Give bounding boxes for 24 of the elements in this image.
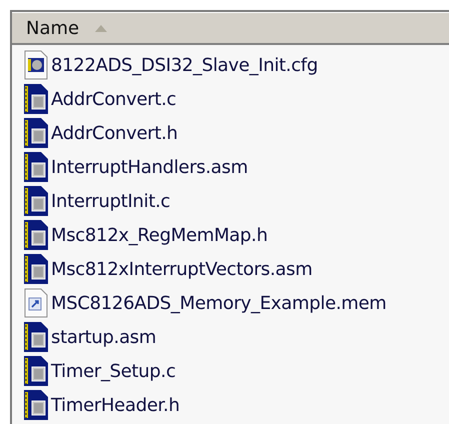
column-header[interactable]: Name (12, 12, 449, 45)
source-file-icon (24, 186, 48, 216)
document-icon (24, 288, 48, 318)
file-name[interactable]: Msc812xInterruptVectors.asm (51, 258, 312, 280)
source-file-icon (24, 152, 48, 182)
source-file-icon (24, 356, 48, 386)
source-file-icon (24, 220, 48, 250)
file-name[interactable]: AddrConvert.c (51, 88, 176, 110)
source-file-icon (24, 118, 48, 148)
file-name[interactable]: MSC8126ADS_Memory_Example.mem (51, 292, 386, 314)
config-file-icon (24, 50, 48, 80)
file-name[interactable]: TimerHeader.h (51, 394, 180, 416)
file-name[interactable]: startup.asm (51, 326, 156, 348)
file-name[interactable]: InterruptInit.c (51, 190, 170, 212)
file-name[interactable]: InterruptHandlers.asm (51, 156, 248, 178)
source-file-icon (24, 322, 48, 352)
file-name[interactable]: AddrConvert.h (51, 122, 178, 144)
file-name[interactable]: Timer_Setup.c (51, 360, 176, 382)
source-file-icon (24, 84, 48, 114)
file-name[interactable]: Msc812x_RegMemMap.h (51, 224, 268, 246)
file-name[interactable]: 8122ADS_DSI32_Slave_Init.cfg (51, 54, 318, 76)
source-file-icon (24, 390, 48, 420)
source-file-icon (24, 254, 48, 284)
column-label: Name (26, 18, 80, 38)
